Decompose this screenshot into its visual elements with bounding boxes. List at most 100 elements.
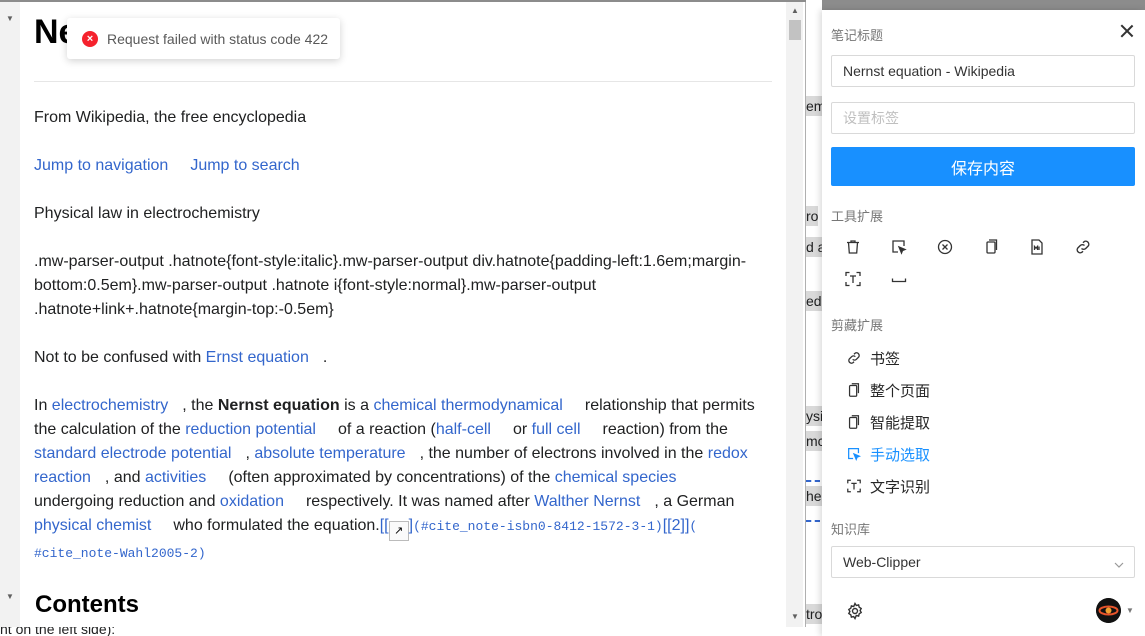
background-dashed-line bbox=[806, 520, 820, 522]
jump-to-search-link[interactable]: Jump to search bbox=[190, 157, 299, 174]
note-title-label: 笔记标题 bbox=[831, 28, 884, 43]
hatnote-text: . bbox=[322, 349, 328, 366]
link-icon bbox=[846, 350, 862, 366]
clip-bookmark[interactable]: 书签 bbox=[846, 347, 900, 369]
clip-manual-select[interactable]: 手动选取 bbox=[846, 443, 930, 465]
physical-chemist-link[interactable]: physical chemist bbox=[34, 517, 151, 534]
scroll-down-icon[interactable]: ▼ bbox=[791, 612, 799, 621]
caret-down-icon[interactable]: ▼ bbox=[1126, 606, 1134, 615]
citation-ref-2[interactable]: #cite_note-Wahl2005-2) bbox=[34, 546, 206, 561]
intro-text: respectively. It was named after bbox=[305, 493, 535, 510]
copy-icon[interactable] bbox=[982, 238, 1000, 256]
article-tagline: From Wikipedia, the free encyclopedia bbox=[34, 109, 307, 126]
clear-circle-icon[interactable] bbox=[936, 238, 954, 256]
clip-item-label: 智能提取 bbox=[870, 414, 931, 432]
intro-text: (often approximated by concentrations) o… bbox=[228, 469, 555, 486]
background-text-fragment: ed bbox=[806, 291, 822, 311]
contents-heading: Contents bbox=[35, 591, 139, 618]
gear-icon[interactable] bbox=[846, 602, 864, 620]
intro-line: reaction , and activities (often approxima… bbox=[34, 466, 774, 490]
page-icon bbox=[846, 414, 862, 430]
avatar[interactable] bbox=[1096, 598, 1121, 623]
background-text-fragment: he bbox=[806, 486, 822, 506]
web-clipper-panel: 笔记标题 保存内容 工具扩展 剪藏扩展 书签 整个页面 智能提取 bbox=[822, 10, 1145, 636]
background-dashed-line bbox=[806, 480, 820, 482]
preview-scrollbar[interactable]: ▲ ▼ bbox=[786, 2, 803, 627]
article-preview-pane[interactable]: ▼ ▼ Ne From Wikipedia, the free encyclop… bbox=[0, 2, 806, 627]
clip-full-page[interactable]: 整个页面 bbox=[846, 379, 930, 401]
translate-overlay-icon[interactable]: ↗ bbox=[388, 521, 409, 541]
background-text-fragment: d a bbox=[806, 237, 822, 257]
background-text-fragment: mc bbox=[806, 431, 822, 451]
chemical-thermodynamical-link[interactable]: chemical thermodynamical bbox=[373, 397, 562, 414]
intro-text: undergoing reduction and bbox=[34, 493, 220, 510]
intro-text: reaction) from the bbox=[602, 421, 728, 438]
background-text-fragment: ro bbox=[806, 206, 819, 226]
space-icon[interactable] bbox=[890, 270, 908, 288]
citation-2[interactable]: [[2]] bbox=[663, 517, 690, 534]
knowledge-base-label: 知识库 bbox=[831, 522, 871, 537]
half-cell-link[interactable]: half-cell bbox=[436, 421, 491, 438]
gutter-arrow-icon: ▼ bbox=[6, 592, 14, 601]
intro-text: of a reaction ( bbox=[337, 421, 436, 438]
term-bold: Nernst equation bbox=[217, 397, 340, 414]
gutter-arrow-icon: ▼ bbox=[6, 14, 14, 23]
clip-smart-extract[interactable]: 智能提取 bbox=[846, 411, 930, 433]
background-text-fragment: em bbox=[806, 96, 822, 116]
scrollbar-thumb[interactable] bbox=[789, 20, 801, 40]
intro-text: who formulated the equation. bbox=[173, 517, 380, 534]
jump-links: Jump to navigation Jump to search bbox=[34, 154, 774, 178]
intro-line: In electrochemistry , the Nernst equation… bbox=[34, 394, 774, 418]
intro-text: , and bbox=[104, 469, 145, 486]
intro-line: the calculation of the reduction potenti… bbox=[34, 418, 774, 442]
raw-css-text: .mw-parser-output .hatnote{font-style:it… bbox=[34, 250, 774, 322]
walther-nernst-link[interactable]: Walther Nernst bbox=[534, 493, 640, 510]
knowledge-base-select[interactable]: Web-Clipper bbox=[831, 546, 1135, 578]
raw-css-line: bottom:0.5em}.mw-parser-output .hatnote … bbox=[34, 277, 597, 294]
citation-bracket: [[ bbox=[379, 517, 389, 534]
background-bottom-text: nt on the left side): bbox=[0, 627, 116, 636]
chemical-species-link[interactable]: chemical species bbox=[555, 469, 677, 486]
activities-link[interactable]: activities bbox=[145, 469, 206, 486]
standard-electrode-potential-link[interactable]: standard electrode potential bbox=[34, 445, 231, 462]
background-text-fragment: tro bbox=[806, 604, 822, 624]
background-bottom-strip: nt on the left side): bbox=[0, 627, 822, 636]
link-icon[interactable] bbox=[1074, 238, 1092, 256]
clip-item-label: 文字识别 bbox=[870, 478, 931, 496]
short-description: Physical law in electrochemistry bbox=[34, 205, 260, 222]
chevron-down-icon bbox=[1114, 557, 1124, 568]
jump-to-navigation-link[interactable]: Jump to navigation bbox=[34, 157, 168, 174]
tools-section-label: 工具扩展 bbox=[831, 209, 884, 224]
tags-input[interactable] bbox=[831, 102, 1135, 134]
scroll-up-icon[interactable]: ▲ bbox=[791, 6, 799, 15]
citation-ref-1[interactable]: (#cite_note-isbn0-8412-1572-3-1) bbox=[413, 519, 663, 534]
redox-link[interactable]: redox bbox=[708, 445, 748, 462]
trash-icon[interactable] bbox=[844, 238, 862, 256]
title-divider bbox=[34, 81, 772, 82]
oxidation-link[interactable]: oxidation bbox=[220, 493, 284, 510]
clip-item-label: 手动选取 bbox=[870, 446, 931, 464]
intro-line: physical chemist who formulated the equat… bbox=[34, 514, 774, 541]
clip-section-label: 剪藏扩展 bbox=[831, 318, 884, 333]
redox-reaction-link[interactable]: reaction bbox=[34, 469, 91, 486]
intro-text: the calculation of the bbox=[34, 421, 186, 438]
reduction-potential-link[interactable]: reduction potential bbox=[185, 421, 316, 438]
note-title-input[interactable] bbox=[831, 55, 1135, 87]
intro-text: , the bbox=[182, 397, 218, 414]
select-area-icon bbox=[846, 446, 862, 462]
select-area-icon[interactable] bbox=[890, 238, 908, 256]
intro-text: , a German bbox=[654, 493, 735, 510]
ernst-equation-link[interactable]: Ernst equation bbox=[206, 349, 309, 366]
intro-line: undergoing reduction and oxidation respec… bbox=[34, 490, 774, 514]
save-content-button[interactable]: 保存内容 bbox=[831, 147, 1135, 186]
full-cell-link[interactable]: full cell bbox=[532, 421, 581, 438]
ocr-text-icon[interactable] bbox=[844, 270, 862, 288]
close-icon[interactable] bbox=[1120, 24, 1134, 38]
intro-line: standard electrode potential, absolute t… bbox=[34, 442, 774, 466]
electrochemistry-link[interactable]: electrochemistry bbox=[52, 397, 168, 414]
intro-text: , the number of electrons involved in th… bbox=[419, 445, 708, 462]
preview-left-gutter: ▼ ▼ bbox=[0, 2, 20, 627]
absolute-temperature-link[interactable]: absolute temperature bbox=[254, 445, 405, 462]
markdown-file-icon[interactable] bbox=[1028, 238, 1046, 256]
clip-ocr[interactable]: 文字识别 bbox=[846, 475, 930, 497]
